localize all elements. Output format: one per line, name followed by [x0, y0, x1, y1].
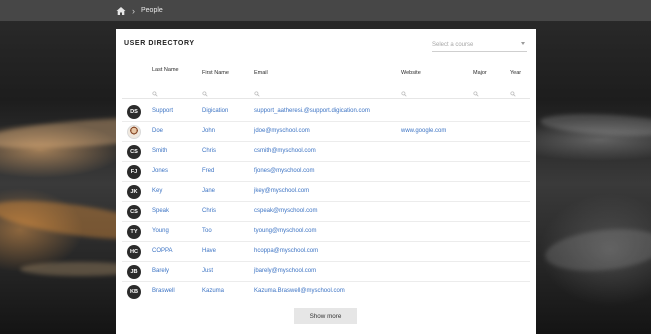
course-select[interactable]: Select a course — [432, 38, 527, 52]
page-title: USER DIRECTORY — [124, 40, 195, 47]
first-name-link[interactable]: Chris — [202, 148, 216, 154]
column-header-email[interactable]: Email — [254, 70, 268, 77]
column-header-website[interactable]: Website — [401, 70, 421, 77]
last-name-link[interactable]: Doe — [152, 128, 163, 134]
table-row[interactable]: Doe John jdoe@myschool.com www.google.co… — [122, 122, 530, 142]
last-name-link[interactable]: Key — [152, 188, 162, 194]
email-link[interactable]: csmith@myschool.com — [254, 148, 316, 154]
user-directory-card: USER DIRECTORY Select a course Last Name… — [116, 29, 536, 334]
show-more-button[interactable]: Show more — [294, 308, 357, 324]
avatar: DS — [127, 105, 141, 119]
table-row[interactable]: FJ Jones Fred fjones@myschool.com — [122, 162, 530, 182]
breadcrumb-current: People — [141, 7, 163, 14]
email-link[interactable]: cspeak@myschool.com — [254, 208, 317, 214]
email-link[interactable]: jdoe@myschool.com — [254, 128, 310, 134]
first-name-link[interactable]: Just — [202, 268, 213, 274]
website-link[interactable]: www.google.com — [401, 128, 446, 134]
table-row[interactable]: HC COPPA Have hcoppa@myschool.com — [122, 242, 530, 262]
first-name-link[interactable]: Fred — [202, 168, 214, 174]
avatar: KB — [127, 285, 141, 299]
chevron-right-icon: › — [132, 5, 135, 16]
email-link[interactable]: tyoung@myschool.com — [254, 228, 316, 234]
search-icon[interactable] — [254, 91, 260, 97]
avatar: TY — [127, 225, 141, 239]
avatar: CS — [127, 145, 141, 159]
first-name-link[interactable]: Jane — [202, 188, 215, 194]
table-row[interactable]: CS Smith Chris csmith@myschool.com — [122, 142, 530, 162]
email-link[interactable]: jbarely@myschool.com — [254, 268, 316, 274]
last-name-link[interactable]: Speak — [152, 208, 169, 214]
search-icon[interactable] — [473, 91, 479, 97]
search-icon[interactable] — [510, 91, 516, 97]
last-name-link[interactable]: Jones — [152, 168, 168, 174]
email-link[interactable]: fjones@myschool.com — [254, 168, 314, 174]
chevron-down-icon — [521, 42, 525, 45]
first-name-link[interactable]: Kazuma — [202, 288, 224, 294]
first-name-link[interactable]: Digication — [202, 108, 228, 114]
column-header-major[interactable]: Major — [473, 70, 487, 77]
email-link[interactable]: jkey@myschool.com — [254, 188, 309, 194]
search-icon[interactable] — [152, 91, 158, 97]
table-row[interactable]: KB Braswell Kazuma Kazuma.Braswell@mysch… — [122, 282, 530, 302]
last-name-link[interactable]: Barely — [152, 268, 169, 274]
course-select-placeholder: Select a course — [432, 41, 474, 48]
email-link[interactable]: hcoppa@myschool.com — [254, 248, 318, 254]
avatar: CS — [127, 205, 141, 219]
filter-row — [122, 87, 530, 99]
first-name-link[interactable]: Too — [202, 228, 212, 234]
avatar: HC — [127, 245, 141, 259]
search-icon[interactable] — [202, 91, 208, 97]
avatar: FJ — [127, 165, 141, 179]
email-link[interactable]: Kazuma.Braswell@myschool.com — [254, 288, 345, 294]
column-header-last-name[interactable]: Last Name — [152, 67, 182, 74]
last-name-link[interactable]: Young — [152, 228, 169, 234]
last-name-link[interactable]: Braswell — [152, 288, 175, 294]
column-header-year[interactable]: Year — [510, 70, 521, 77]
first-name-link[interactable]: Have — [202, 248, 216, 254]
column-header-first-name[interactable]: First Name — [202, 70, 229, 77]
table-row[interactable]: CS Speak Chris cspeak@myschool.com — [122, 202, 530, 222]
avatar — [127, 125, 141, 139]
table-row[interactable]: DS Support Digication support_aatheresi.… — [122, 102, 530, 122]
search-icon[interactable] — [401, 91, 407, 97]
last-name-link[interactable]: Support — [152, 108, 173, 114]
table-row[interactable]: JB Barely Just jbarely@myschool.com — [122, 262, 530, 282]
first-name-link[interactable]: John — [202, 128, 215, 134]
last-name-link[interactable]: COPPA — [152, 248, 173, 254]
breadcrumb: › People — [0, 0, 651, 21]
email-link[interactable]: support_aatheresi.@support.digication.co… — [254, 108, 370, 114]
table-row[interactable]: TY Young Too tyoung@myschool.com — [122, 222, 530, 242]
avatar: JK — [127, 185, 141, 199]
table-row[interactable]: JK Key Jane jkey@myschool.com — [122, 182, 530, 202]
last-name-link[interactable]: Smith — [152, 148, 167, 154]
avatar: JB — [127, 265, 141, 279]
first-name-link[interactable]: Chris — [202, 208, 216, 214]
home-icon[interactable] — [116, 6, 126, 16]
